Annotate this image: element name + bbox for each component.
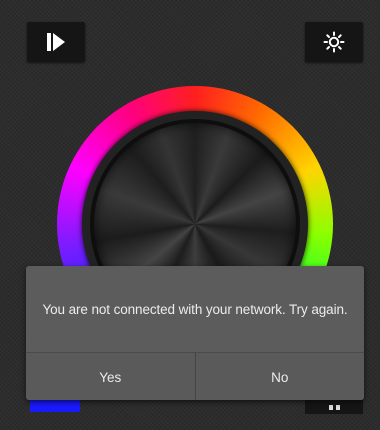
network-error-dialog: You are not connected with your network.…	[26, 266, 364, 400]
dialog-button-bar: Yes No	[26, 352, 364, 400]
app-screen: You are not connected with your network.…	[0, 0, 380, 430]
brightness-button[interactable]	[305, 22, 363, 62]
no-button[interactable]: No	[194, 353, 364, 400]
dialog-message: You are not connected with your network.…	[42, 301, 348, 317]
yes-button[interactable]: Yes	[26, 353, 195, 400]
brightness-icon	[323, 31, 345, 53]
pause-icon	[329, 405, 333, 410]
play-step-icon	[47, 33, 65, 51]
pause-icon-bar	[336, 405, 340, 410]
play-button[interactable]	[27, 22, 85, 62]
